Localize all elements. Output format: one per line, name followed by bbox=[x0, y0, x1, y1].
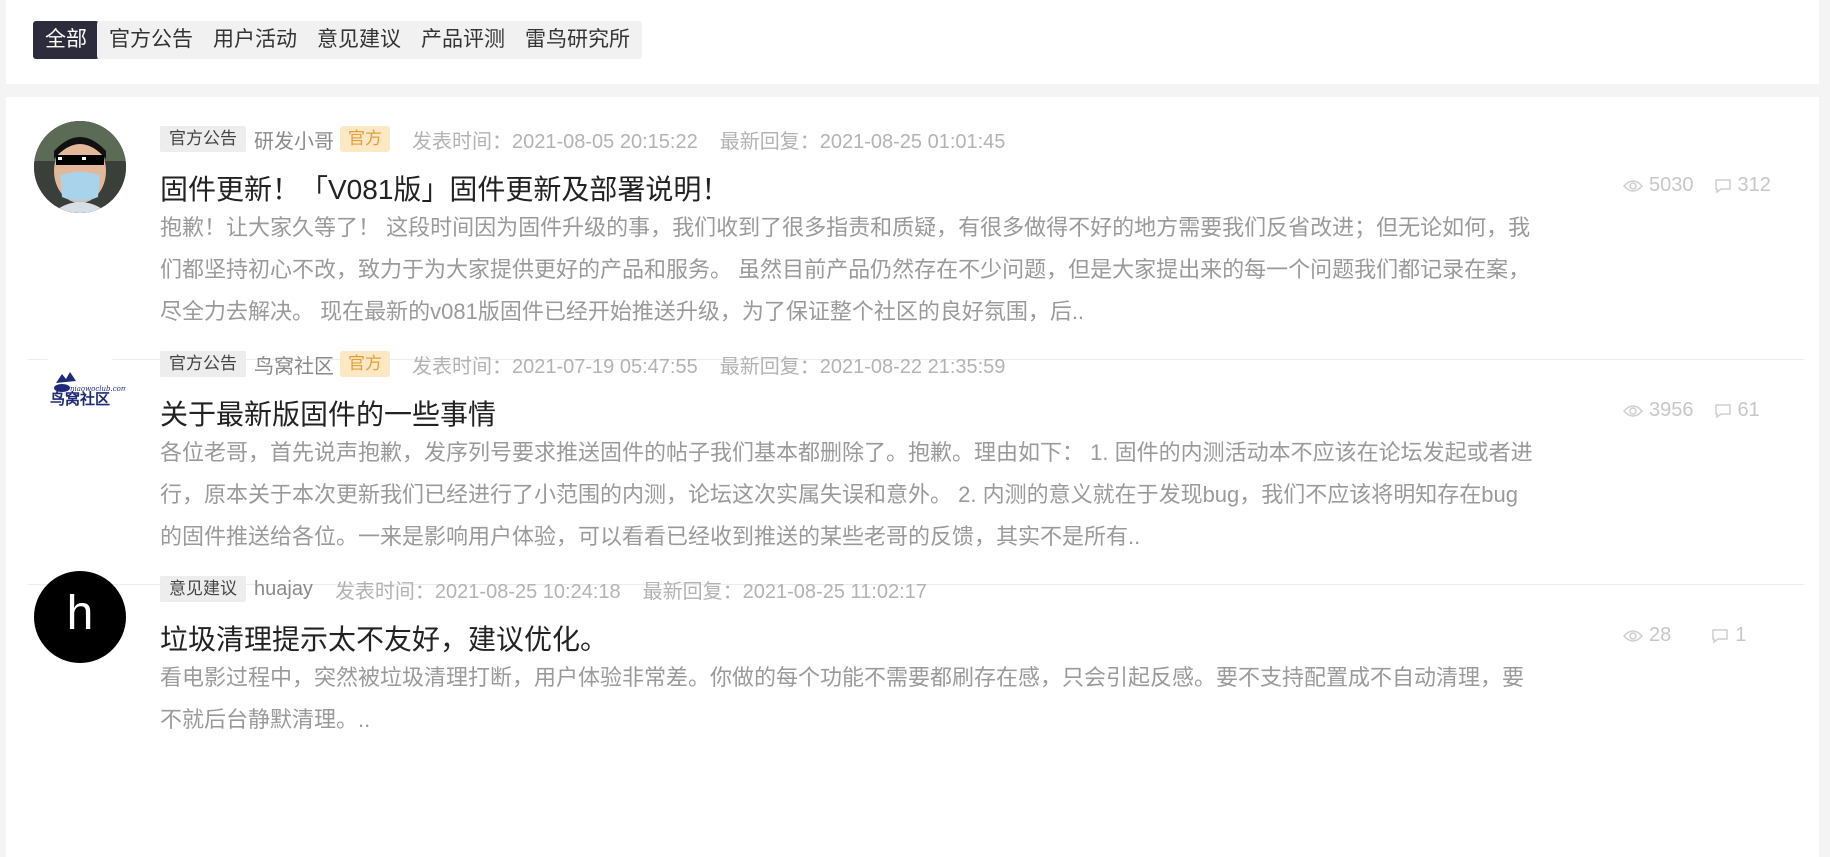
tab-product-reviews[interactable]: 产品评测 bbox=[409, 21, 517, 59]
excerpt-line: 们都坚持初心不改，致力于为大家提供更好的产品和服务。 虽然目前产品仍然存在不少问… bbox=[160, 257, 1531, 282]
post-stats: 28 1 bbox=[1623, 624, 1746, 647]
official-badge: 官方 bbox=[340, 126, 390, 152]
post-meta: 意见建议 huajay 发表时间：2021-08-25 10:24:18 最新回… bbox=[160, 575, 927, 603]
author-name[interactable]: huajay bbox=[254, 578, 313, 601]
tab-official-announcements[interactable]: 官方公告 bbox=[97, 21, 205, 59]
comment-count: 1 bbox=[1711, 624, 1746, 647]
official-badge: 官方 bbox=[340, 351, 390, 377]
view-count: 3956 bbox=[1623, 399, 1694, 422]
post-item[interactable]: h 意见建议 huajay 发表时间：2021-08-25 10:24:18 最… bbox=[28, 547, 1804, 847]
post-list: 官方公告 研发小哥 官方 发表时间：2021-08-05 20:15:22 最新… bbox=[6, 97, 1819, 857]
post-excerpt: 各位老哥，首先说声抱歉，发序列号要求推送固件的帖子我们基本都删除了。抱歉。理由如… bbox=[160, 432, 1600, 558]
publish-time: 发表时间：2021-07-19 05:47:55 bbox=[412, 355, 698, 378]
comment-icon bbox=[1714, 403, 1731, 418]
post-excerpt: 抱歉！让大家久等了！ 这段时间因为固件升级的事，我们收到了很多指责和质疑，有很多… bbox=[160, 207, 1600, 333]
publish-time: 发表时间：2021-08-25 10:24:18 bbox=[334, 580, 621, 603]
svg-text:鸟窝社区: 鸟窝社区 bbox=[50, 390, 110, 408]
publish-time: 发表时间：2021-08-05 20:15:22 bbox=[412, 130, 698, 153]
tab-all[interactable]: 全部 bbox=[33, 21, 99, 59]
comment-count: 312 bbox=[1714, 174, 1771, 197]
category-tag[interactable]: 官方公告 bbox=[160, 351, 246, 377]
comment-count: 61 bbox=[1714, 399, 1760, 422]
category-tabs-bar: 全部 官方公告 用户活动 意见建议 产品评测 雷鸟研究所 bbox=[6, 0, 1819, 84]
post-title[interactable]: 关于最新版固件的一些事情 bbox=[160, 393, 496, 433]
category-tag[interactable]: 官方公告 bbox=[160, 126, 246, 152]
last-reply-time: 最新回复：2021-08-22 21:35:59 bbox=[719, 355, 1006, 378]
last-reply-time: 最新回复：2021-08-25 11:02:17 bbox=[642, 580, 927, 603]
author-name[interactable]: 研发小哥 bbox=[254, 125, 334, 154]
comment-icon bbox=[1712, 628, 1728, 643]
post-title[interactable]: 固件更新！「V081版」固件更新及部署说明！ bbox=[160, 168, 729, 208]
avatar[interactable]: niaowoclub.com 鸟窝社区 bbox=[34, 346, 126, 438]
avatar[interactable]: h bbox=[34, 571, 126, 663]
post-meta: 官方公告 研发小哥 官方 发表时间：2021-08-05 20:15:22 最新… bbox=[160, 125, 1005, 153]
excerpt-line: 各位老哥，首先说声抱歉，发序列号要求推送固件的帖子我们基本都删除了。抱歉。理由如… bbox=[160, 440, 1533, 465]
avatar-letter: h bbox=[66, 587, 94, 640]
comment-icon bbox=[1714, 178, 1731, 193]
tab-suggestions[interactable]: 意见建议 bbox=[305, 21, 413, 59]
last-reply-time: 最新回复：2021-08-25 01:01:45 bbox=[719, 130, 1006, 153]
post-item[interactable]: 官方公告 研发小哥 官方 发表时间：2021-08-05 20:15:22 最新… bbox=[28, 97, 1804, 360]
post-excerpt: 看电影过程中，突然被垃圾清理打断，用户体验非常差。你做的每个功能不需要都刷存在感… bbox=[160, 657, 1600, 741]
avatar[interactable] bbox=[34, 121, 126, 213]
tab-user-activities[interactable]: 用户活动 bbox=[201, 21, 309, 59]
post-title[interactable]: 垃圾清理提示太不友好，建议优化。 bbox=[160, 618, 608, 658]
category-tag[interactable]: 意见建议 bbox=[160, 576, 246, 602]
post-stats: 5030 312 bbox=[1623, 174, 1771, 197]
post-meta: 官方公告 鸟窝社区 官方 发表时间：2021-07-19 05:47:55 最新… bbox=[160, 350, 1005, 378]
excerpt-line: 抱歉！让大家久等了！ 这段时间因为固件升级的事，我们收到了很多指责和质疑，有很多… bbox=[160, 215, 1531, 240]
tab-thunderbird-lab[interactable]: 雷鸟研究所 bbox=[513, 21, 642, 59]
view-count: 28 bbox=[1623, 624, 1671, 647]
eye-icon bbox=[1623, 179, 1643, 192]
excerpt-line: 看电影过程中，突然被垃圾清理打断，用户体验非常差。你做的每个功能不需要都刷存在感… bbox=[160, 665, 1525, 690]
eye-icon bbox=[1623, 629, 1643, 642]
eye-icon bbox=[1623, 404, 1643, 417]
post-item[interactable]: niaowoclub.com 鸟窝社区 官方公告 鸟窝社区 官方 发表时间：20… bbox=[28, 322, 1804, 585]
excerpt-line: 行，原本关于本次更新我们已经进行了小范围的内测，论坛这次实属失误和意外。 2. … bbox=[160, 482, 1518, 507]
post-stats: 3956 61 bbox=[1623, 399, 1760, 422]
author-name[interactable]: 鸟窝社区 bbox=[254, 350, 334, 379]
view-count: 5030 bbox=[1623, 174, 1694, 197]
excerpt-line: 不就后台静默清理。.. bbox=[160, 707, 371, 732]
